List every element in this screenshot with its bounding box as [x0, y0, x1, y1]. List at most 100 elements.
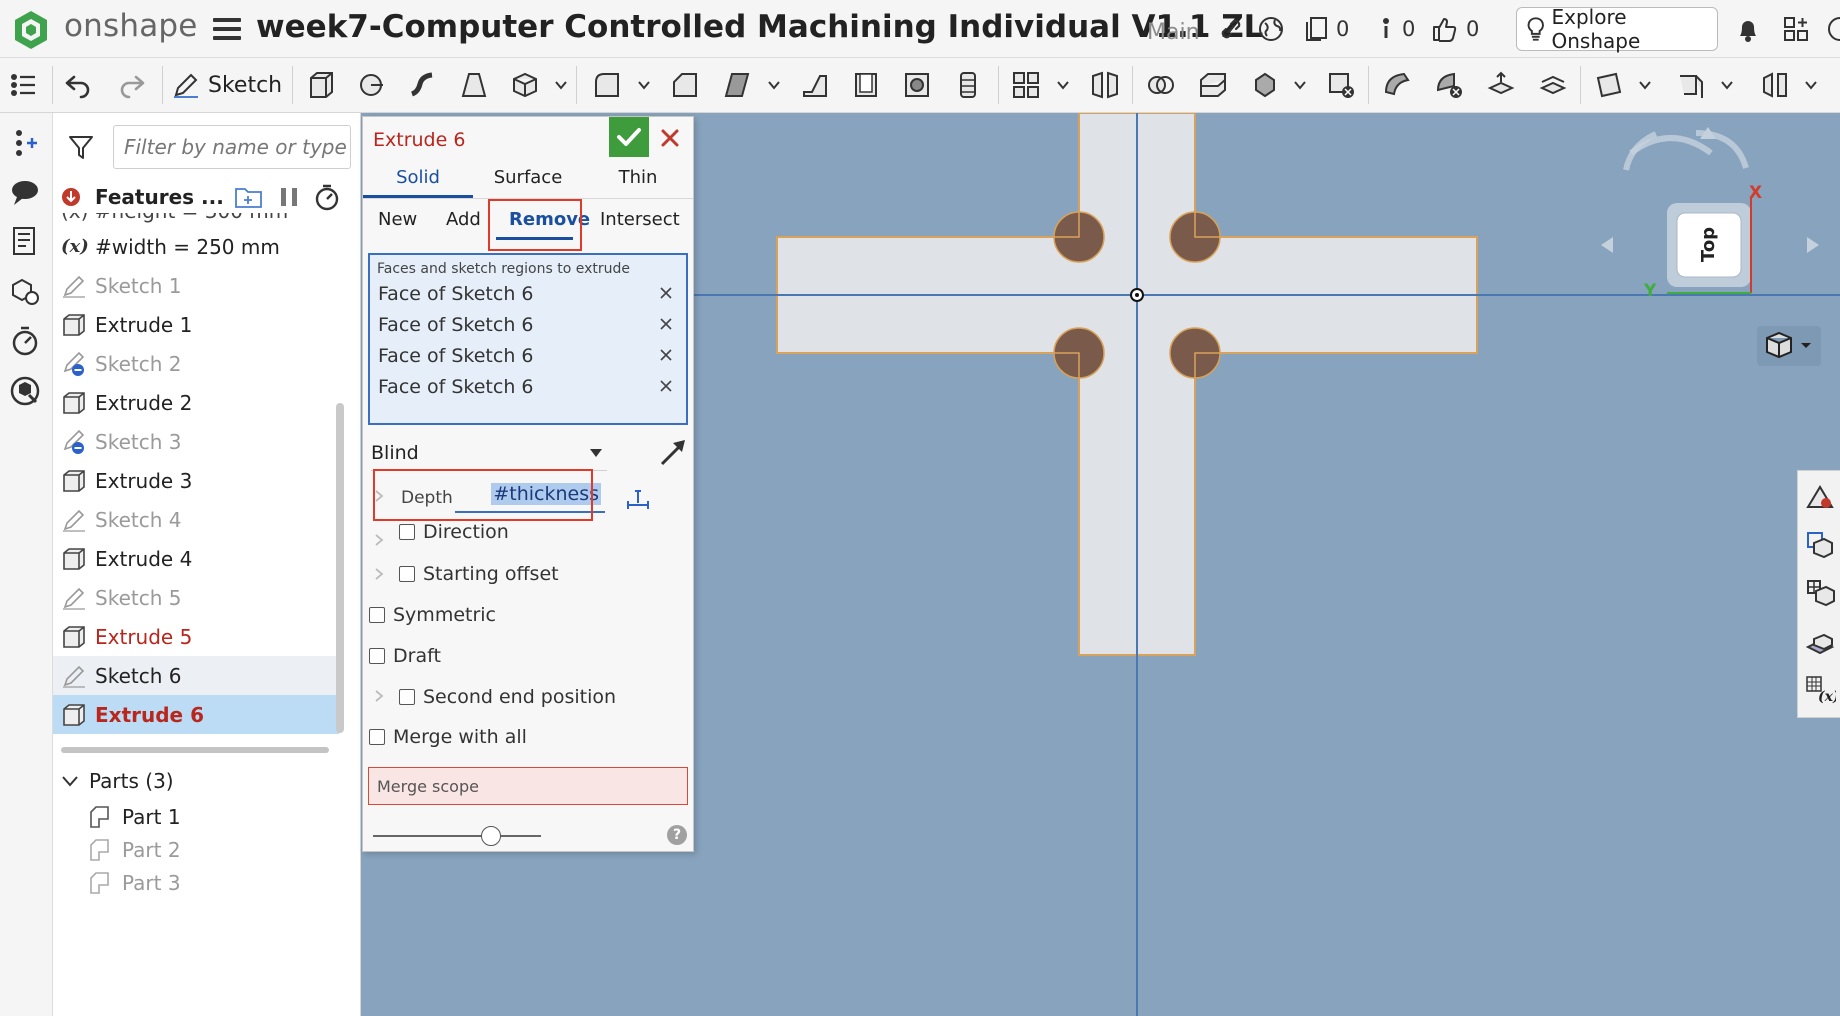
extrude-tool-icon[interactable]	[306, 70, 336, 100]
final-slider-track[interactable]	[373, 835, 541, 837]
undo-icon[interactable]	[63, 70, 93, 100]
stopwatch-icon[interactable]	[314, 183, 340, 211]
remove-selection-icon[interactable]	[658, 378, 674, 394]
notifications-bell-icon[interactable]	[1735, 14, 1761, 44]
help-icon[interactable]: ?	[667, 825, 687, 845]
move-face-tool-icon[interactable]	[1486, 70, 1516, 100]
selection-item[interactable]: Face of Sketch 6	[370, 372, 686, 402]
comment-bubble-icon[interactable]	[9, 177, 41, 209]
appearance-icon[interactable]	[1804, 481, 1836, 513]
chevron-down-icon[interactable]	[637, 78, 651, 92]
viewcube-top-label[interactable]: Top	[1699, 226, 1720, 261]
brand-name[interactable]: onshape	[64, 8, 198, 44]
add-part-studio-icon[interactable]	[9, 127, 41, 159]
chevron-right-icon[interactable]	[373, 689, 385, 703]
selection-item[interactable]: Face of Sketch 6	[370, 279, 686, 309]
remove-selection-icon[interactable]	[658, 285, 674, 301]
draft-checkbox[interactable]	[369, 648, 385, 664]
final-slider-handle[interactable]	[481, 826, 501, 846]
operation-intersect[interactable]: Intersect	[600, 209, 680, 230]
chevron-down-icon[interactable]	[554, 78, 568, 92]
hamburger-menu-icon[interactable]	[213, 18, 241, 40]
tab-solid[interactable]: Solid	[363, 161, 473, 198]
part-item[interactable]: Part 1	[88, 799, 181, 835]
feature-item[interactable]: Sketch 2	[53, 344, 339, 383]
draft-tool-icon[interactable]	[722, 70, 752, 100]
remove-selection-icon[interactable]	[658, 347, 674, 363]
selection-item[interactable]: Face of Sketch 6	[370, 310, 686, 340]
split-tool-icon[interactable]	[1198, 70, 1228, 100]
globe-icon[interactable]	[1257, 14, 1285, 44]
merge-scope-field[interactable]: Merge scope	[368, 767, 688, 805]
revolve-tool-icon[interactable]	[357, 70, 387, 100]
pause-icon[interactable]	[278, 185, 300, 209]
thread-tool-icon[interactable]	[953, 70, 983, 100]
second-end-position-option[interactable]: Second end position	[399, 682, 616, 712]
branch-label[interactable]: Main	[1147, 20, 1200, 45]
feature-list-toggle-icon[interactable]	[8, 70, 38, 100]
bom-icon[interactable]	[1804, 577, 1836, 609]
mirror-tool-icon[interactable]	[1090, 70, 1120, 100]
merge-with-all-option[interactable]: Merge with all	[369, 722, 527, 752]
sweep-tool-icon[interactable]	[408, 70, 438, 100]
feature-item[interactable]: Sketch 6	[53, 656, 339, 695]
accept-button[interactable]	[609, 117, 649, 157]
view-options-button[interactable]	[1757, 326, 1821, 366]
parts-configuration-icon[interactable]	[9, 275, 41, 307]
app-store-icon[interactable]	[9, 375, 41, 407]
feature-item[interactable]: Extrude 6	[53, 695, 339, 734]
rollback-bar-icon[interactable]	[61, 187, 81, 207]
user-avatar-icon[interactable]	[1826, 14, 1840, 44]
graphics-settings-icon[interactable]	[1804, 625, 1836, 657]
modify-fillet-tool-icon[interactable]	[1382, 70, 1412, 100]
loft-tool-icon[interactable]	[459, 70, 489, 100]
rib-tool-icon[interactable]	[800, 70, 830, 100]
parts-header[interactable]: Parts (3)	[61, 763, 174, 799]
add-folder-icon[interactable]	[234, 184, 264, 210]
merge-with-all-checkbox[interactable]	[369, 729, 385, 745]
sheet-metal-tool-icon[interactable]	[1676, 70, 1706, 100]
starting-offset-checkbox[interactable]	[399, 566, 415, 582]
redo-icon[interactable]	[117, 70, 147, 100]
opposite-direction-icon[interactable]	[659, 437, 689, 467]
notes-icon[interactable]	[9, 225, 41, 257]
tab-thin[interactable]: Thin	[583, 161, 693, 198]
direction-option[interactable]: Direction	[399, 521, 509, 543]
feature-item[interactable]: Extrude 2	[53, 383, 339, 422]
fillet-tool-icon[interactable]	[592, 70, 622, 100]
feature-item[interactable]: Sketch 1	[53, 266, 339, 305]
thumbs-up-icon[interactable]: 0	[1430, 14, 1479, 44]
symmetric-checkbox[interactable]	[369, 607, 385, 623]
shell-tool-icon[interactable]	[851, 70, 881, 100]
feature-list-scrollbar[interactable]	[336, 403, 344, 733]
plane-tool-icon[interactable]	[1594, 70, 1624, 100]
operation-new[interactable]: New	[378, 209, 417, 230]
mass-properties-icon[interactable]	[1804, 529, 1836, 561]
selection-item[interactable]: Face of Sketch 6	[370, 341, 686, 371]
filter-features-input[interactable]	[113, 125, 351, 169]
feature-item[interactable]: Extrude 5	[53, 617, 339, 656]
variables-table-icon[interactable]: (x)	[1804, 673, 1836, 705]
chevron-down-icon[interactable]	[1804, 78, 1818, 92]
end-type-select[interactable]: Blind	[371, 435, 607, 471]
feature-item[interactable]: Extrude 3	[53, 461, 339, 500]
cancel-button[interactable]	[654, 122, 686, 154]
direction-checkbox[interactable]	[399, 524, 415, 540]
tab-surface[interactable]: Surface	[473, 161, 583, 198]
chevron-down-icon[interactable]	[1720, 78, 1734, 92]
sketch-button[interactable]: Sketch	[172, 68, 282, 102]
chevron-down-icon[interactable]	[61, 774, 79, 788]
feature-item[interactable]: Sketch 3	[53, 422, 339, 461]
features-header-label[interactable]: Features ...	[95, 185, 224, 209]
link-icon[interactable]	[1218, 14, 1244, 44]
explore-onshape-button[interactable]: Explore Onshape	[1516, 5, 1718, 53]
chevron-right-icon[interactable]	[373, 533, 385, 547]
app-grid-icon[interactable]	[1782, 14, 1810, 44]
thicken-tool-icon[interactable]	[510, 70, 540, 100]
part-item[interactable]: Part 2	[88, 832, 181, 868]
feature-item[interactable]: (x) #width = 250 mm	[53, 227, 339, 266]
history-timer-icon[interactable]	[9, 325, 41, 357]
frame-tool-icon[interactable]	[1760, 70, 1790, 100]
chevron-down-icon[interactable]	[767, 78, 781, 92]
second-end-position-checkbox[interactable]	[399, 689, 415, 705]
